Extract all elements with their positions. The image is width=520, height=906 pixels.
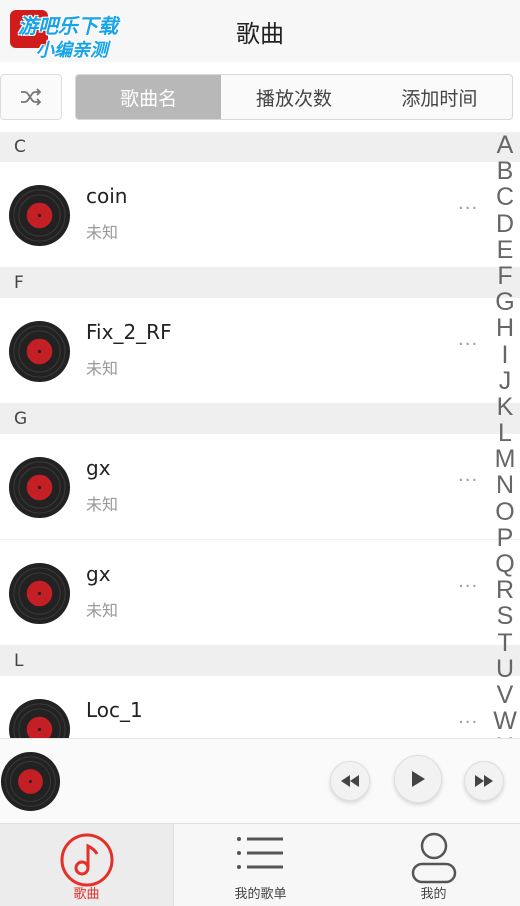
index-letter[interactable]: M	[490, 446, 520, 472]
song-title: coin	[86, 184, 128, 208]
list-icon	[236, 837, 283, 869]
index-letter[interactable]: I	[490, 341, 520, 368]
more-options-icon[interactable]: ···	[458, 712, 478, 733]
vinyl-disc-icon	[8, 320, 71, 383]
tab-label: 我的歌单	[234, 887, 287, 902]
shuffle-icon	[21, 88, 42, 106]
list-item[interactable]: Loc_1 未知 ···	[0, 676, 520, 738]
song-artist: 未知	[86, 223, 119, 242]
index-letter[interactable]: V	[490, 682, 520, 708]
previous-button[interactable]	[330, 761, 370, 801]
index-letter[interactable]: A	[490, 132, 520, 158]
vinyl-disc-icon	[8, 562, 71, 625]
index-letter[interactable]: T	[490, 629, 520, 656]
tab-label: 歌曲	[73, 887, 100, 902]
index-letter[interactable]: C	[490, 184, 520, 210]
index-letter[interactable]: H	[490, 315, 520, 341]
index-letter[interactable]: R	[490, 577, 520, 603]
bottom-tab-bar: 歌曲 我的歌单 我的	[0, 823, 520, 906]
more-options-icon[interactable]: ···	[458, 198, 478, 219]
section-header: L	[0, 646, 520, 676]
song-artist: 未知	[86, 359, 119, 378]
song-title: Loc_1	[86, 698, 143, 722]
tab-my-playlists[interactable]: 我的歌单	[174, 824, 347, 906]
song-artist: 未知	[86, 601, 119, 620]
vinyl-disc-icon	[8, 184, 71, 247]
more-options-icon[interactable]: ···	[458, 334, 478, 355]
list-item[interactable]: Fix_2_RF 未知 ···	[0, 298, 520, 404]
tab-sort-by-play-count[interactable]: 播放次数	[221, 75, 366, 119]
index-letter[interactable]: Q	[490, 551, 520, 577]
list-item[interactable]: gx 未知 ···	[0, 540, 520, 646]
index-letter[interactable]: E	[490, 237, 520, 263]
song-title: gx	[86, 562, 111, 586]
play-icon	[412, 771, 425, 787]
mini-player	[0, 738, 520, 823]
index-letter[interactable]: S	[490, 603, 520, 629]
song-title: Fix_2_RF	[86, 320, 172, 344]
section-header: F	[0, 268, 520, 298]
now-playing-disc-icon[interactable]	[0, 751, 61, 812]
tab-mine[interactable]: 我的	[347, 824, 520, 906]
index-letter[interactable]: P	[490, 525, 520, 551]
index-letter[interactable]: B	[490, 158, 520, 184]
vinyl-disc-icon	[8, 698, 71, 738]
more-options-icon[interactable]: ···	[458, 470, 478, 491]
fast-forward-icon	[475, 775, 493, 787]
index-letter[interactable]: O	[490, 499, 520, 525]
index-letter[interactable]: G	[490, 289, 520, 315]
song-list[interactable]: C coin 未知 ··· F Fix_2_RF 未知 ··· G gx 未知 …	[0, 132, 520, 738]
page-title: 歌曲	[236, 20, 284, 48]
sort-segments: 歌曲名 播放次数 添加时间	[75, 74, 513, 120]
tab-sort-by-name[interactable]: 歌曲名	[76, 75, 222, 119]
section-header: C	[0, 132, 520, 162]
index-letter[interactable]: L	[490, 420, 520, 446]
header: 游吧乐下载 小编亲测 歌曲	[0, 0, 520, 62]
song-artist: 未知	[86, 495, 119, 514]
index-letter[interactable]: K	[490, 394, 520, 420]
song-title: gx	[86, 456, 111, 480]
index-letter[interactable]: N	[490, 472, 520, 498]
index-letter[interactable]: F	[490, 263, 520, 289]
shuffle-button[interactable]	[0, 74, 62, 120]
rewind-icon	[341, 775, 359, 787]
more-options-icon[interactable]: ···	[458, 576, 478, 597]
music-note-icon	[60, 833, 113, 887]
index-letter[interactable]: W	[490, 708, 520, 734]
play-button[interactable]	[394, 755, 442, 803]
index-letter[interactable]: D	[490, 210, 520, 237]
section-header: G	[0, 404, 520, 434]
tab-sort-by-added-time[interactable]: 添加时间	[367, 75, 512, 119]
sort-bar: 歌曲名 播放次数 添加时间	[0, 62, 520, 132]
next-button[interactable]	[464, 761, 504, 801]
index-letter[interactable]: U	[490, 656, 520, 682]
list-item[interactable]: gx 未知 ···	[0, 434, 520, 540]
alphabet-index[interactable]: A B C D E F G H I J K L M N O P Q R S T …	[490, 132, 520, 738]
tab-label: 我的	[420, 887, 447, 902]
index-letter[interactable]: J	[490, 368, 520, 394]
vinyl-disc-icon	[8, 456, 71, 519]
user-icon	[411, 832, 456, 884]
list-item[interactable]: coin 未知 ···	[0, 162, 520, 268]
tab-songs[interactable]: 歌曲	[0, 824, 174, 906]
